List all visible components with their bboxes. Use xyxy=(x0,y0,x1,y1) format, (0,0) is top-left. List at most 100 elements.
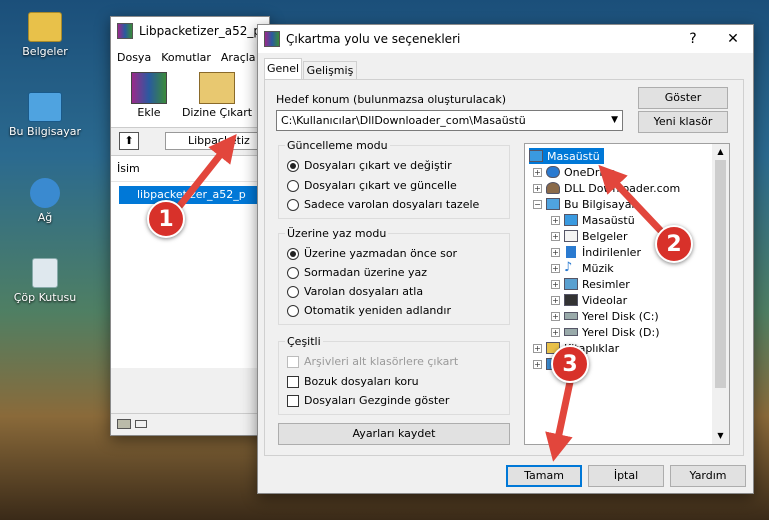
expand-icon[interactable]: + xyxy=(551,311,560,321)
tree-item-videos[interactable]: + Videolar xyxy=(551,292,627,308)
close-icon[interactable]: ✕ xyxy=(713,25,753,53)
misc-option-keep-broken[interactable]: Bozuk dosyaları koru xyxy=(287,375,419,388)
tree-item-downloads[interactable]: + İndirilenler xyxy=(551,244,641,260)
hard-drive-icon xyxy=(564,328,578,336)
scroll-up-icon[interactable]: ▲ xyxy=(712,144,729,160)
update-option-freshen[interactable]: Sadece varolan dosyaları tazele xyxy=(287,198,479,211)
desktop-icon-documents[interactable]: Belgeler xyxy=(8,12,82,58)
documents-icon xyxy=(564,230,578,242)
overwrite-option-without-prompt[interactable]: Sormadan üzerine yaz xyxy=(287,266,427,279)
radio-selected[interactable] xyxy=(287,247,299,260)
add-button[interactable]: Ekle xyxy=(121,72,177,119)
desktop-icon-label: Çöp Kutusu xyxy=(13,291,77,304)
update-mode-group: Güncelleme modu Dosyaları çıkart ve deği… xyxy=(278,139,510,219)
desktop-icon-label: Bu Bilgisayar xyxy=(9,125,81,138)
drive-icon xyxy=(117,419,131,429)
new-folder-button[interactable]: Yeni klasör xyxy=(638,111,728,133)
expand-icon[interactable]: + xyxy=(551,231,560,241)
tree-item-onedrive[interactable]: + OneDrive xyxy=(533,164,616,180)
radio[interactable] xyxy=(287,266,299,279)
tab-advanced[interactable]: Gelişmiş xyxy=(303,61,357,80)
tree-item-this-pc[interactable]: − Bu Bilgisayar xyxy=(533,196,636,212)
menu-file[interactable]: Dosya xyxy=(117,51,151,64)
save-settings-button[interactable]: Ayarları kaydet xyxy=(278,423,510,445)
expand-icon[interactable]: + xyxy=(551,327,560,337)
destination-combobox[interactable]: C:\Kullanıcılar\DllDownloader_com\Masaüs… xyxy=(276,110,623,131)
expand-icon[interactable]: + xyxy=(533,183,542,193)
expand-icon[interactable]: + xyxy=(551,263,560,273)
radio[interactable] xyxy=(287,198,299,211)
folder-tree[interactable]: Masaüstü + OneDrive + DLL Downloader.com −… xyxy=(524,143,730,445)
collapse-icon[interactable]: − xyxy=(533,199,542,209)
expand-icon[interactable]: + xyxy=(551,295,560,305)
tree-item-disk-c[interactable]: + Yerel Disk (C:) xyxy=(551,308,659,324)
tree-item-disk-d[interactable]: + Yerel Disk (D:) xyxy=(551,324,660,340)
show-button[interactable]: Göster xyxy=(638,87,728,109)
add-archive-icon xyxy=(131,72,167,104)
dialog-title: Çıkartma yolu ve seçenekleri xyxy=(286,32,461,46)
misc-option-show-in-explorer[interactable]: Dosyaları Gezginde göster xyxy=(287,394,449,407)
desktop-icon-label: Belgeler xyxy=(22,45,68,58)
extract-to-button[interactable]: Dizine Çıkart xyxy=(177,72,257,119)
cloud-icon xyxy=(546,166,560,178)
winrar-icon xyxy=(264,31,280,47)
tree-item-pictures[interactable]: + Resimler xyxy=(551,276,630,292)
radio[interactable] xyxy=(287,304,299,317)
overwrite-option-skip[interactable]: Varolan dosyaları atla xyxy=(287,285,423,298)
ok-button[interactable]: Tamam xyxy=(506,465,582,487)
step-marker-1: 1 xyxy=(147,200,185,238)
tab-general[interactable]: Genel xyxy=(264,58,302,80)
tree-item-desktop[interactable]: Masaüstü xyxy=(529,148,604,164)
scrollbar-thumb[interactable] xyxy=(715,160,726,388)
desktop-icon-recycle-bin[interactable]: Çöp Kutusu xyxy=(8,258,82,304)
overwrite-mode-group: Üzerine yaz modu Üzerine yazmadan önce s… xyxy=(278,227,510,325)
tree-scrollbar[interactable]: ▲ ▼ xyxy=(712,144,729,444)
tree-item-music[interactable]: + ♪ Müzik xyxy=(551,260,614,276)
overwrite-option-rename[interactable]: Otomatik yeniden adlandır xyxy=(287,304,451,317)
cancel-button[interactable]: İptal xyxy=(588,465,664,487)
expand-icon[interactable]: + xyxy=(533,167,542,177)
misc-label: Çeşitli xyxy=(285,335,323,348)
computer-icon xyxy=(28,92,62,122)
menu-commands[interactable]: Komutlar xyxy=(161,51,211,64)
expand-icon[interactable]: + xyxy=(551,279,560,289)
overwrite-option-ask[interactable]: Üzerine yazmadan önce sor xyxy=(287,247,457,260)
desktop-icon-network[interactable]: Ağ xyxy=(8,178,82,224)
main-window-titlebar[interactable]: Libpacketizer_a52_p xyxy=(111,17,269,45)
file-row[interactable]: libpacketizer_a52_p xyxy=(119,186,269,204)
download-arrow-icon xyxy=(566,246,576,258)
update-option-update[interactable]: Dosyaları çıkart ve güncelle xyxy=(287,179,457,192)
up-folder-button[interactable]: ⬆ xyxy=(119,132,139,150)
expand-icon[interactable]: + xyxy=(551,247,560,257)
scroll-down-icon[interactable]: ▼ xyxy=(712,428,729,444)
radio[interactable] xyxy=(287,179,299,192)
radio[interactable] xyxy=(287,285,299,298)
key-icon xyxy=(135,420,147,428)
tree-item-pc-desktop[interactable]: + Masaüstü xyxy=(551,212,635,228)
expand-icon[interactable]: + xyxy=(533,343,542,353)
desktop-icon-this-pc[interactable]: Bu Bilgisayar xyxy=(8,92,82,138)
checkbox[interactable] xyxy=(287,394,299,407)
computer-icon xyxy=(546,198,560,210)
expand-icon[interactable]: + xyxy=(533,359,542,369)
main-toolbar: Ekle Dizine Çıkart xyxy=(111,68,269,128)
checkbox[interactable] xyxy=(287,375,299,388)
dialog-titlebar[interactable]: Çıkartma yolu ve seçenekleri ? ✕ xyxy=(258,25,753,53)
column-header-name[interactable]: İsim xyxy=(111,156,269,182)
folder-icon xyxy=(28,12,62,42)
network-icon xyxy=(30,178,60,208)
path-field[interactable]: Libpacketiz xyxy=(165,132,269,150)
expand-icon[interactable]: + xyxy=(551,215,560,225)
update-option-replace[interactable]: Dosyaları çıkart ve değiştir xyxy=(287,159,452,172)
tree-item-documents[interactable]: + Belgeler xyxy=(551,228,627,244)
misc-option-subfolders: Arşivleri alt klasörlere çıkart xyxy=(287,355,458,368)
film-icon xyxy=(564,294,578,306)
radio-selected[interactable] xyxy=(287,159,299,172)
help-title-button[interactable]: ? xyxy=(673,25,713,53)
menu-tools[interactable]: Araçla xyxy=(221,51,256,64)
music-note-icon: ♪ xyxy=(564,260,573,275)
misc-group: Çeşitli Arşivleri alt klasörlere çıkart … xyxy=(278,335,510,415)
tree-item-dll-downloader[interactable]: + DLL Downloader.com xyxy=(533,180,680,196)
help-button[interactable]: Yardım xyxy=(670,465,746,487)
chevron-down-icon[interactable]: ▼ xyxy=(611,111,618,130)
